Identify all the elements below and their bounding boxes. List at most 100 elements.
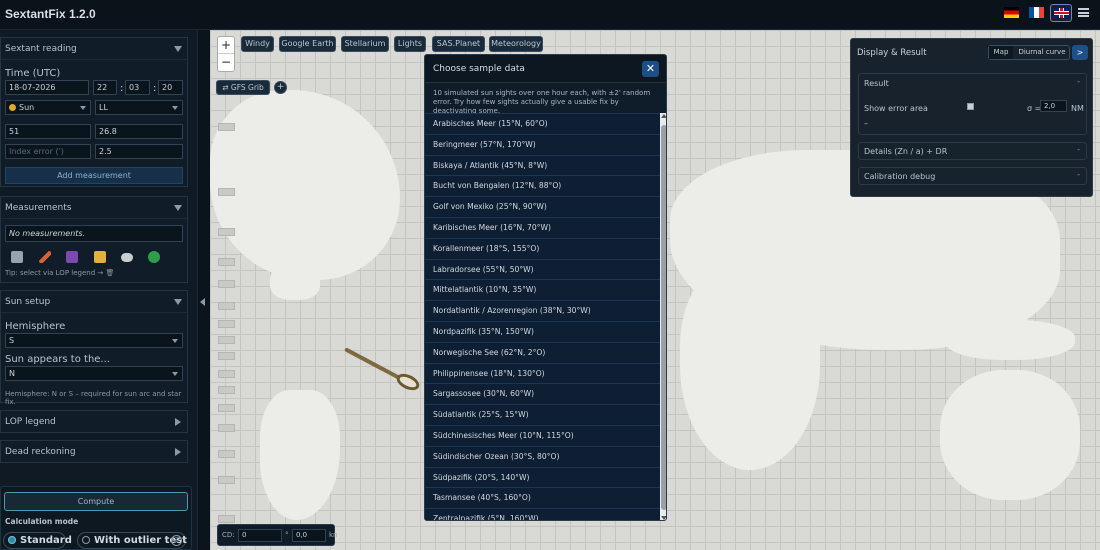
windy-layer-button[interactable]: Windy xyxy=(241,36,274,52)
hour-input[interactable]: 22 xyxy=(93,80,117,95)
sun-appears-label: Sun appears to the... xyxy=(5,354,110,365)
hamburger-menu-icon[interactable] xyxy=(1078,8,1089,17)
sun-setup-header[interactable]: Sun setup xyxy=(1,291,187,313)
expand-mark[interactable]: - xyxy=(1077,145,1080,154)
second-input[interactable]: 20 xyxy=(158,80,183,95)
map-land xyxy=(680,260,820,470)
collapse-caret-icon xyxy=(174,205,182,211)
recycle-icon[interactable] xyxy=(148,251,160,263)
sidebar-collapse-arrow-icon[interactable] xyxy=(200,298,205,306)
add-measurement-button[interactable]: Add measurement xyxy=(5,167,183,184)
measurements-panel: Measurements No measurements. Tip: selec… xyxy=(0,196,188,283)
gfs-grib-button[interactable]: ⇄ GFS Grib xyxy=(216,80,270,95)
grib-add-button[interactable]: + xyxy=(274,81,287,94)
course-input[interactable]: 0 xyxy=(238,529,282,542)
zoom-in-button[interactable]: + xyxy=(218,37,234,54)
body-select[interactable]: Sun xyxy=(5,100,91,115)
measurements-header[interactable]: Measurements xyxy=(1,197,187,219)
compute-button[interactable]: Compute xyxy=(4,492,188,511)
expand-mark[interactable]: - xyxy=(1077,170,1080,179)
height-of-eye-input[interactable]: 2.5 xyxy=(95,144,183,159)
index-error-input[interactable]: Index error (') xyxy=(5,144,91,159)
sextant-reading-header[interactable]: Sextant reading xyxy=(1,38,187,60)
measurements-list: No measurements. xyxy=(5,225,183,242)
sample-data-item[interactable]: Zentralpazifik (5°N, 160°W) xyxy=(425,508,660,520)
calibration-debug-section[interactable]: Calibration debug - xyxy=(858,167,1087,185)
sample-data-item[interactable]: Golf von Mexiko (25°N, 90°W) xyxy=(425,196,660,218)
lop-legend-header[interactable]: LOP legend xyxy=(1,411,187,433)
scroll-down-arrow-icon[interactable] xyxy=(661,516,666,520)
sample-data-item[interactable]: Philippinensee (18°N, 130°O) xyxy=(425,362,660,384)
outlier-test-mode-radio[interactable]: With outlier test ? xyxy=(77,532,187,549)
details-section[interactable]: Details (Zn / a) + DR - xyxy=(858,142,1087,160)
open-folder-icon[interactable] xyxy=(94,251,106,263)
tab-diurnal-curve[interactable]: Diurnal curve xyxy=(1014,46,1070,59)
sample-data-item[interactable]: Beringmeer (57°N, 170°W) xyxy=(425,133,660,155)
lop-legend-panel[interactable]: LOP legend xyxy=(0,410,188,433)
limb-select[interactable]: LL xyxy=(95,100,183,115)
sigma-unit: NM xyxy=(1071,104,1084,113)
minute-input[interactable]: 03 xyxy=(125,80,150,95)
dead-reckoning-panel[interactable]: Dead reckoning xyxy=(0,440,188,463)
sample-data-list: Arabisches Meer (15°N, 60°O) Beringmeer (… xyxy=(425,113,660,520)
cloud-icon[interactable] xyxy=(121,253,133,262)
sextant-reading-panel: Sextant reading Time (UTC) 18-07-2026 22… xyxy=(0,37,188,187)
collapse-mark[interactable]: - xyxy=(1077,77,1080,86)
dead-reckoning-header[interactable]: Dead reckoning xyxy=(1,441,187,463)
latitude-label xyxy=(218,515,235,523)
trash-icon[interactable] xyxy=(11,251,23,263)
scrollbar[interactable] xyxy=(660,113,666,520)
sun-appears-select[interactable]: N xyxy=(5,366,183,381)
sample-data-item[interactable]: Sargassosee (30°N, 60°W) xyxy=(425,383,660,405)
distance-input[interactable]: 0,0 xyxy=(292,529,326,542)
meteorology-layer-button[interactable]: Meteorology xyxy=(489,36,543,52)
course-distance-bar: CD: 0 ° 0,0 kn xyxy=(217,524,338,546)
sample-data-item[interactable]: Arabisches Meer (15°N, 60°O) xyxy=(425,113,660,134)
close-icon[interactable]: ✕ xyxy=(642,61,659,77)
sample-data-item[interactable]: Südatlantik (25°S, 15°W) xyxy=(425,404,660,426)
compute-section: Compute Calculation mode Standard With o… xyxy=(0,486,192,550)
sample-data-item[interactable]: Biskaya / Atlantik (45°N, 8°W) xyxy=(425,154,660,176)
sigma-input[interactable]: 2,0 xyxy=(1040,100,1067,112)
sample-data-item[interactable]: Südchinesisches Meer (10°N, 115°O) xyxy=(425,425,660,446)
standard-mode-radio[interactable]: Standard xyxy=(3,532,72,549)
zoom-out-button[interactable]: − xyxy=(218,54,234,71)
sample-data-item[interactable]: Nordatlantik / Azorenregion (38°N, 30°W) xyxy=(425,300,660,322)
edit-pencil-icon[interactable] xyxy=(39,251,51,263)
help-icon[interactable]: ? xyxy=(171,535,182,546)
google-earth-layer-button[interactable]: Google Earth xyxy=(279,36,336,52)
degree-unit: ° xyxy=(285,531,289,539)
sample-data-item[interactable]: Bucht von Bengalen (12°N, 88°O) xyxy=(425,175,660,197)
sample-data-item[interactable]: Südindischer Ozean (30°S, 80°O) xyxy=(425,445,660,467)
sample-data-item[interactable]: Tasmansee (40°S, 160°O) xyxy=(425,487,660,509)
sample-data-item[interactable]: Korallenmeer (18°S, 155°O) xyxy=(425,237,660,259)
french-flag-icon[interactable] xyxy=(1029,7,1044,18)
date-input[interactable]: 18-07-2026 xyxy=(5,80,89,95)
collapse-caret-icon xyxy=(174,299,182,305)
sample-data-item[interactable]: Labradorsee (55°N, 50°W) xyxy=(425,258,660,280)
sample-data-item[interactable]: Karibisches Meer (16°N, 70°W) xyxy=(425,217,660,238)
expand-caret-icon xyxy=(175,448,181,456)
english-language-button[interactable] xyxy=(1050,4,1072,22)
scroll-thumb[interactable] xyxy=(661,125,666,510)
sample-data-item[interactable]: Südpazifik (20°S, 140°W) xyxy=(425,466,660,488)
collapse-panel-button[interactable]: > xyxy=(1072,45,1088,60)
lights-layer-button[interactable]: Lights xyxy=(394,36,426,52)
latitude-label xyxy=(218,280,235,288)
show-error-area-checkbox[interactable] xyxy=(967,103,974,110)
sample-data-item[interactable]: Mittelatlantik (10°N, 35°W) xyxy=(425,279,660,301)
minutes-input[interactable]: 26.8 xyxy=(95,124,183,139)
german-flag-icon[interactable] xyxy=(1004,7,1019,18)
latitude-label xyxy=(218,386,235,394)
sas-planet-layer-button[interactable]: SAS.Planet xyxy=(432,36,485,52)
hemisphere-select[interactable]: S xyxy=(5,333,183,348)
scroll-up-arrow-icon[interactable] xyxy=(661,114,666,118)
sample-data-item[interactable]: Norwegische See (62°N, 2°O) xyxy=(425,341,660,363)
map-land xyxy=(810,270,890,340)
stellarium-layer-button[interactable]: Stellarium xyxy=(341,36,389,52)
sample-data-item[interactable]: Nordpazifik (35°N, 150°W) xyxy=(425,321,660,342)
tab-map[interactable]: Map xyxy=(989,46,1013,59)
save-icon[interactable] xyxy=(66,251,78,263)
left-sidebar: Sextant reading Time (UTC) 18-07-2026 22… xyxy=(0,30,198,550)
degrees-input[interactable]: 51 xyxy=(5,124,91,139)
